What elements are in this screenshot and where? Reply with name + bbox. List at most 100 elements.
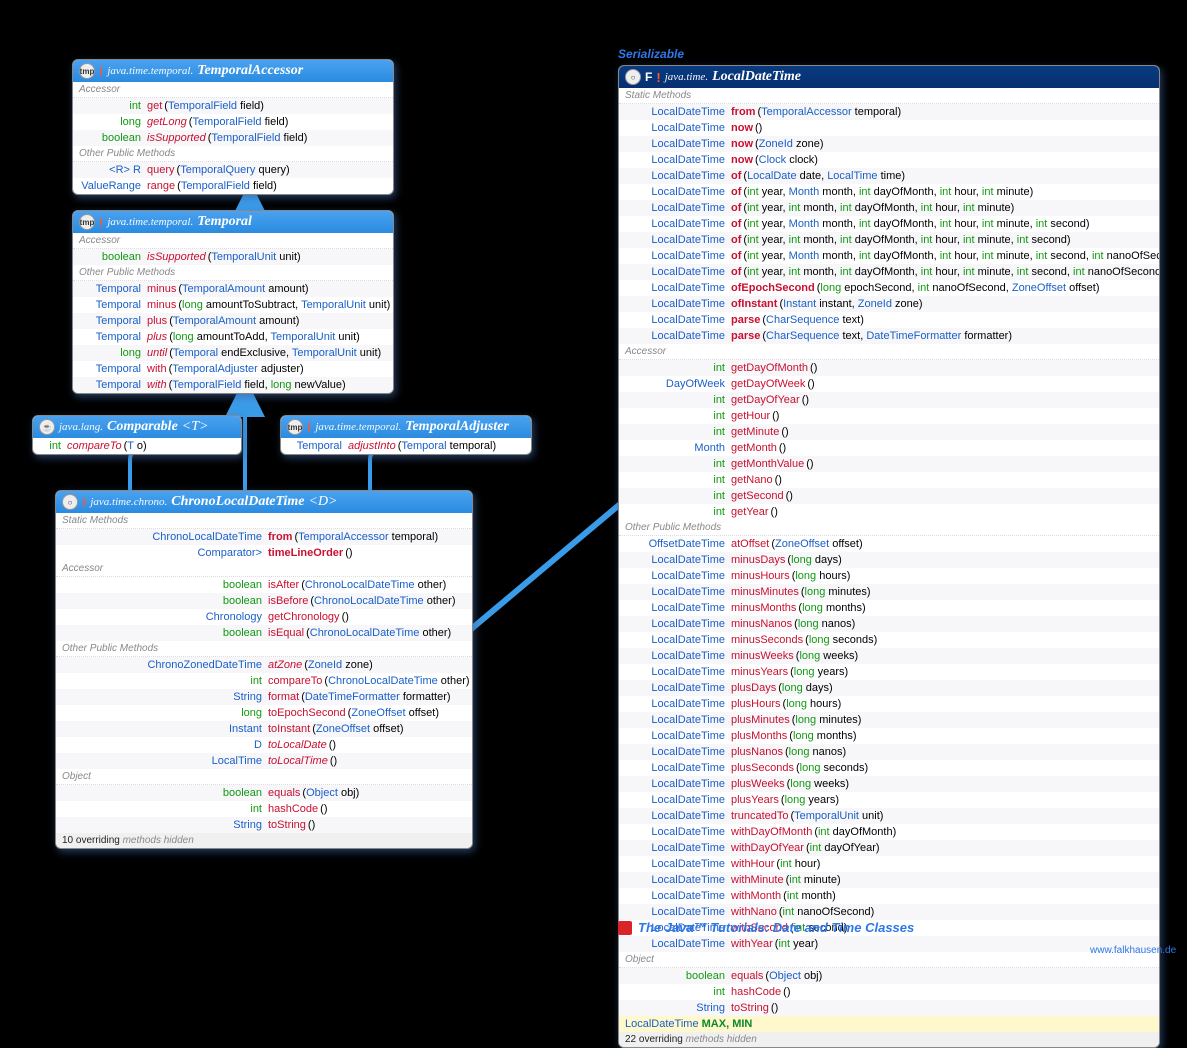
method-row[interactable]: ChronoLocalDateTimefrom(TemporalAccessor…	[56, 529, 472, 545]
method-row[interactable]: LocalDateTimeminusYears(long years)	[619, 664, 1159, 680]
method-row[interactable]: StringtoString()	[56, 817, 472, 833]
method-row[interactable]: LocalDateTimeofEpochSecond(long epochSec…	[619, 280, 1159, 296]
method-row[interactable]: intgetMinute()	[619, 424, 1159, 440]
method-row[interactable]: LocalDateTimeminusMinutes(long minutes)	[619, 584, 1159, 600]
method-row[interactable]: DtoLocalDate()	[56, 737, 472, 753]
method-row[interactable]: intcompareTo(ChronoLocalDateTime other)	[56, 673, 472, 689]
method-row[interactable]: longuntil(Temporal endExclusive, Tempora…	[73, 345, 393, 361]
method-row[interactable]: Temporalplus(TemporalAmount amount)	[73, 313, 393, 329]
method-row[interactable]: booleanisAfter(ChronoLocalDateTime other…	[56, 577, 472, 593]
method-row[interactable]: LocalDateTimeof(int year, Month month, i…	[619, 184, 1159, 200]
method-row[interactable]: booleanisBefore(ChronoLocalDateTime othe…	[56, 593, 472, 609]
method-row[interactable]: MonthgetMonth()	[619, 440, 1159, 456]
method-row[interactable]: DayOfWeekgetDayOfWeek()	[619, 376, 1159, 392]
method-row[interactable]: LocalDateTimeplusDays(long days)	[619, 680, 1159, 696]
method-row[interactable]: Comparator>timeLineOrder()	[56, 545, 472, 561]
method-row[interactable]: intgetMonthValue()	[619, 456, 1159, 472]
method-row[interactable]: LocalDateTimeminusDays(long days)	[619, 552, 1159, 568]
method-row[interactable]: inthashCode()	[56, 801, 472, 817]
method-row[interactable]: LocalDateTimeplusMonths(long months)	[619, 728, 1159, 744]
method-row[interactable]: LocalDateTimewithYear(int year)	[619, 936, 1159, 952]
method-row[interactable]: LocalDateTimeplusSeconds(long seconds)	[619, 760, 1159, 776]
method-row[interactable]: LocalDateTimeminusWeeks(long weeks)	[619, 648, 1159, 664]
credit-link[interactable]: www.falkhausen.de	[1090, 945, 1176, 956]
class-local-date-time[interactable]: ○F!java.time.LocalDateTimeStatic Methods…	[618, 65, 1160, 1048]
method-name: of	[731, 217, 743, 231]
class-header[interactable]: ○F!java.time.LocalDateTime	[619, 66, 1159, 88]
class-header[interactable]: tmp!java.time.temporal.TemporalAccessor	[73, 60, 393, 82]
method-row[interactable]: LocalDateTimeof(int year, Month month, i…	[619, 248, 1159, 264]
method-row[interactable]: LocalTimetoLocalTime()	[56, 753, 472, 769]
method-name: minus	[147, 298, 178, 312]
method-row[interactable]: LocalDateTimeparse(CharSequence text)	[619, 312, 1159, 328]
method-row[interactable]: <R> Rquery(TemporalQuery query)	[73, 162, 393, 178]
class-header[interactable]: ○!java.time.chrono.ChronoLocalDateTime<D…	[56, 491, 472, 513]
method-row[interactable]: LocalDateTimeof(LocalDate date, LocalTim…	[619, 168, 1159, 184]
method-row[interactable]: LocalDateTimewithMinute(int minute)	[619, 872, 1159, 888]
method-row[interactable]: LocalDateTimeof(int year, Month month, i…	[619, 216, 1159, 232]
method-row[interactable]: ValueRangerange(TemporalField field)	[73, 178, 393, 194]
method-row[interactable]: LocalDateTimeminusHours(long hours)	[619, 568, 1159, 584]
method-row[interactable]: intcompareTo(T o)	[33, 438, 241, 454]
tutorial-link[interactable]: The Java™ Tutorials: Date and Time Class…	[618, 920, 914, 935]
method-row[interactable]: LocalDateTimeparse(CharSequence text, Da…	[619, 328, 1159, 344]
method-row[interactable]: LocalDateTimenow()	[619, 120, 1159, 136]
method-row[interactable]: LocalDateTimefrom(TemporalAccessor tempo…	[619, 104, 1159, 120]
method-row[interactable]: booleanisSupported(TemporalField field)	[73, 130, 393, 146]
method-row[interactable]: longgetLong(TemporalField field)	[73, 114, 393, 130]
method-row[interactable]: booleanisEqual(ChronoLocalDateTime other…	[56, 625, 472, 641]
method-row[interactable]: intgetDayOfMonth()	[619, 360, 1159, 376]
method-row[interactable]: LocalDateTimeplusWeeks(long weeks)	[619, 776, 1159, 792]
method-row[interactable]: LocalDateTimewithHour(int hour)	[619, 856, 1159, 872]
method-row[interactable]: LocalDateTimetruncatedTo(TemporalUnit un…	[619, 808, 1159, 824]
method-row[interactable]: LocalDateTimeminusMonths(long months)	[619, 600, 1159, 616]
method-row[interactable]: ChronoZonedDateTimeatZone(ZoneId zone)	[56, 657, 472, 673]
method-row[interactable]: booleanequals(Object obj)	[56, 785, 472, 801]
class-comparable[interactable]: ☕java.lang.Comparable<T>intcompareTo(T o…	[32, 415, 242, 455]
class-temporal-adjuster[interactable]: tmp!java.time.temporal.TemporalAdjusterT…	[280, 415, 532, 455]
method-row[interactable]: TemporaladjustInto(Temporal temporal)	[281, 438, 531, 454]
class-header[interactable]: ☕java.lang.Comparable<T>	[33, 416, 241, 438]
method-row[interactable]: LocalDateTimeplusMinutes(long minutes)	[619, 712, 1159, 728]
class-header[interactable]: tmp!java.time.temporal.TemporalAdjuster	[281, 416, 531, 438]
method-row[interactable]: Temporalminus(TemporalAmount amount)	[73, 281, 393, 297]
method-row[interactable]: longtoEpochSecond(ZoneOffset offset)	[56, 705, 472, 721]
method-row[interactable]: LocalDateTimeminusNanos(long nanos)	[619, 616, 1159, 632]
method-row[interactable]: Temporalwith(TemporalField field, long n…	[73, 377, 393, 393]
method-row[interactable]: inthashCode()	[619, 984, 1159, 1000]
method-row[interactable]: intgetSecond()	[619, 488, 1159, 504]
class-header[interactable]: tmp!java.time.temporal.Temporal	[73, 211, 393, 233]
method-row[interactable]: LocalDateTimeminusSeconds(long seconds)	[619, 632, 1159, 648]
method-row[interactable]: booleanisSupported(TemporalUnit unit)	[73, 249, 393, 265]
method-row[interactable]: LocalDateTimeofInstant(Instant instant, …	[619, 296, 1159, 312]
class-temporal[interactable]: tmp!java.time.temporal.TemporalAccessorb…	[72, 210, 394, 394]
method-row[interactable]: LocalDateTimeof(int year, int month, int…	[619, 264, 1159, 280]
class-temporal-accessor[interactable]: tmp!java.time.temporal.TemporalAccessorA…	[72, 59, 394, 195]
method-row[interactable]: OffsetDateTimeatOffset(ZoneOffset offset…	[619, 536, 1159, 552]
method-row[interactable]: StringtoString()	[619, 1000, 1159, 1016]
method-row[interactable]: intgetNano()	[619, 472, 1159, 488]
method-row[interactable]: LocalDateTimeof(int year, int month, int…	[619, 200, 1159, 216]
method-row[interactable]: Temporalplus(long amountToAdd, TemporalU…	[73, 329, 393, 345]
method-row[interactable]: LocalDateTimewithDayOfMonth(int dayOfMon…	[619, 824, 1159, 840]
method-row[interactable]: booleanequals(Object obj)	[619, 968, 1159, 984]
method-row[interactable]: ChronologygetChronology()	[56, 609, 472, 625]
method-row[interactable]: Temporalminus(long amountToSubtract, Tem…	[73, 297, 393, 313]
method-row[interactable]: intgetDayOfYear()	[619, 392, 1159, 408]
method-row[interactable]: LocalDateTimeplusYears(long years)	[619, 792, 1159, 808]
method-row[interactable]: Temporalwith(TemporalAdjuster adjuster)	[73, 361, 393, 377]
class-chrono-local-date-time[interactable]: ○!java.time.chrono.ChronoLocalDateTime<D…	[55, 490, 473, 849]
method-row[interactable]: intget(TemporalField field)	[73, 98, 393, 114]
method-row[interactable]: LocalDateTimenow(Clock clock)	[619, 152, 1159, 168]
method-row[interactable]: LocalDateTimeof(int year, int month, int…	[619, 232, 1159, 248]
method-row[interactable]: Stringformat(DateTimeFormatter formatter…	[56, 689, 472, 705]
method-row[interactable]: LocalDateTimewithNano(int nanoOfSecond)	[619, 904, 1159, 920]
method-row[interactable]: LocalDateTimeplusHours(long hours)	[619, 696, 1159, 712]
method-row[interactable]: LocalDateTimeplusNanos(long nanos)	[619, 744, 1159, 760]
method-row[interactable]: LocalDateTimewithMonth(int month)	[619, 888, 1159, 904]
method-row[interactable]: InstanttoInstant(ZoneOffset offset)	[56, 721, 472, 737]
method-row[interactable]: LocalDateTimewithDayOfYear(int dayOfYear…	[619, 840, 1159, 856]
method-row[interactable]: intgetHour()	[619, 408, 1159, 424]
method-row[interactable]: LocalDateTimenow(ZoneId zone)	[619, 136, 1159, 152]
method-row[interactable]: intgetYear()	[619, 504, 1159, 520]
